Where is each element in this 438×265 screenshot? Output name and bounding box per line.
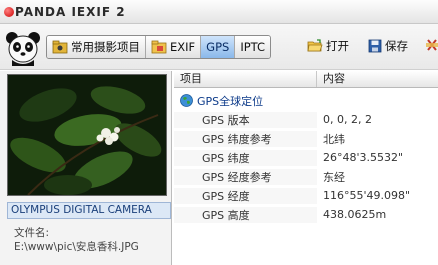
- tab-exif[interactable]: EXIF: [146, 36, 202, 58]
- open-button[interactable]: 打开: [307, 38, 349, 54]
- table-row[interactable]: GPS 经度 116°55'49.098": [174, 186, 438, 205]
- column-header-item[interactable]: 项目: [174, 71, 317, 87]
- group-label: GPS全球定位: [197, 94, 264, 108]
- logo-dot-icon: [4, 7, 14, 17]
- save-button[interactable]: 保存: [368, 38, 408, 54]
- open-folder-icon: [307, 39, 323, 52]
- table-header: 项目 内容: [174, 71, 438, 88]
- value-cell: 东经: [323, 170, 345, 184]
- group-cell: GPS全球定位: [174, 93, 317, 109]
- gps-table: 项目 内容 GPS全球定位 GPS 版本 0, 0, 2, 2 GPS 纬度参考…: [174, 71, 438, 265]
- filename-path: E:\www\pic\安息香科.JPG: [14, 241, 139, 253]
- tab-common-photo-items-label: 常用摄影项目: [71, 40, 140, 54]
- tab-exif-label: EXIF: [170, 40, 196, 54]
- table-row[interactable]: GPS 高度 438.0625m: [174, 205, 438, 224]
- value-cell: 116°55'49.098": [323, 189, 411, 202]
- filename-label: 文件名:: [14, 227, 50, 239]
- photo-preview[interactable]: [7, 74, 167, 196]
- table-row[interactable]: GPS 纬度 26°48'3.5532": [174, 148, 438, 167]
- column-header-content[interactable]: 内容: [317, 71, 438, 87]
- toolbar: 常用摄影项目 EXIF GPS IPTC 打开 保存: [0, 24, 438, 70]
- item-cell: GPS 版本: [174, 111, 317, 128]
- app-title-text: PANDA IEXIF 2: [15, 5, 126, 19]
- tab-iptc[interactable]: IPTC: [235, 36, 271, 58]
- value-cell: 0, 0, 2, 2: [323, 113, 372, 126]
- globe-icon: [180, 94, 193, 107]
- save-button-label: 保存: [385, 39, 408, 53]
- tab-common-photo-items[interactable]: 常用摄影项目: [47, 36, 146, 58]
- open-button-label: 打开: [326, 39, 349, 53]
- table-row[interactable]: GPS 纬度参考 北纬: [174, 129, 438, 148]
- floppy-disk-icon: [368, 39, 382, 53]
- item-cell: GPS 高度: [174, 206, 317, 223]
- app-title: PANDA IEXIF 2: [4, 5, 126, 19]
- camera-folder-icon: [52, 40, 68, 54]
- table-row[interactable]: GPS 版本 0, 0, 2, 2: [174, 110, 438, 129]
- table-rows: GPS全球定位 GPS 版本 0, 0, 2, 2 GPS 纬度参考 北纬 GP…: [174, 91, 438, 224]
- preview-panel: OLYMPUS DIGITAL CAMERA 文件名: E:\www\pic\安…: [0, 71, 172, 265]
- folder-icon: [151, 40, 167, 54]
- value-cell: 26°48'3.5532": [323, 151, 404, 164]
- item-cell: GPS 纬度: [174, 149, 317, 166]
- photo-image: [8, 75, 166, 195]
- item-cell: GPS 经度: [174, 187, 317, 204]
- image-caption: OLYMPUS DIGITAL CAMERA: [7, 202, 171, 219]
- more-tools-icon[interactable]: [426, 38, 438, 52]
- table-row[interactable]: GPS 经度参考 东经: [174, 167, 438, 186]
- item-cell: GPS 纬度参考: [174, 130, 317, 147]
- view-tabs: 常用摄影项目 EXIF GPS IPTC: [46, 35, 272, 59]
- panda-logo-icon: [6, 32, 40, 66]
- tab-gps[interactable]: GPS: [201, 36, 236, 58]
- value-cell: 北纬: [323, 132, 345, 146]
- item-cell: GPS 经度参考: [174, 168, 317, 185]
- tab-iptc-label: IPTC: [240, 40, 266, 54]
- title-bar: PANDA IEXIF 2: [0, 0, 438, 24]
- value-cell: 438.0625m: [323, 208, 387, 221]
- file-info: 文件名: E:\www\pic\安息香科.JPG: [14, 226, 139, 254]
- group-row-gps[interactable]: GPS全球定位: [174, 91, 438, 110]
- tab-gps-label: GPS: [206, 40, 230, 54]
